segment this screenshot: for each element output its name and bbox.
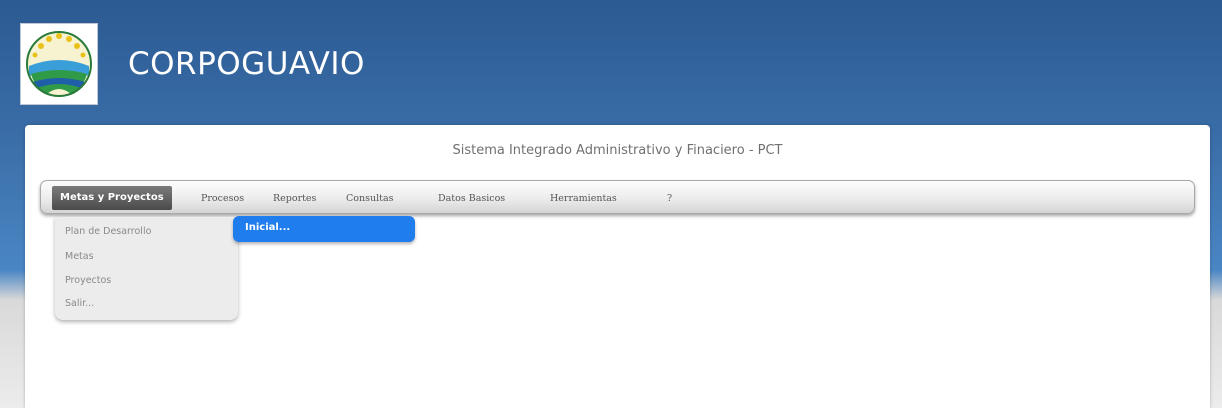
main-menu-bar: Metas y Proyectos Procesos Reportes Cons… <box>40 180 1195 214</box>
corpoguavio-logo <box>20 23 98 105</box>
dropdown-item-salir[interactable]: Salir... <box>65 298 94 309</box>
app-title: CORPOGUAVIO <box>128 46 365 82</box>
app-header: CORPOGUAVIO <box>0 0 1222 120</box>
page-subtitle: Sistema Integrado Administrativo y Finac… <box>452 143 783 158</box>
menu-item-herramientas[interactable]: Herramientas <box>550 189 617 209</box>
main-panel: Sistema Integrado Administrativo y Finac… <box>25 125 1210 408</box>
logo-emblem-icon <box>26 31 92 97</box>
menu-item-datos-basicos[interactable]: Datos Basicos <box>438 189 505 209</box>
dropdown-metas-y-proyectos: Plan de Desarrollo Metas Proyectos Salir… <box>55 217 238 320</box>
dropdown-item-plan-de-desarrollo[interactable]: Plan de Desarrollo <box>65 226 151 237</box>
submenu-item-label: Inicial... <box>245 222 291 233</box>
menu-item-metas-y-proyectos[interactable]: Metas y Proyectos <box>52 186 172 210</box>
dropdown-item-metas[interactable]: Metas <box>65 251 94 262</box>
menu-item-procesos[interactable]: Procesos <box>201 189 244 209</box>
menu-item-help[interactable]: ? <box>667 189 672 209</box>
menu-item-reportes[interactable]: Reportes <box>273 189 316 209</box>
submenu-item-inicial[interactable]: Inicial... <box>233 216 415 242</box>
menu-item-consultas[interactable]: Consultas <box>346 189 394 209</box>
dropdown-item-proyectos[interactable]: Proyectos <box>65 275 111 286</box>
